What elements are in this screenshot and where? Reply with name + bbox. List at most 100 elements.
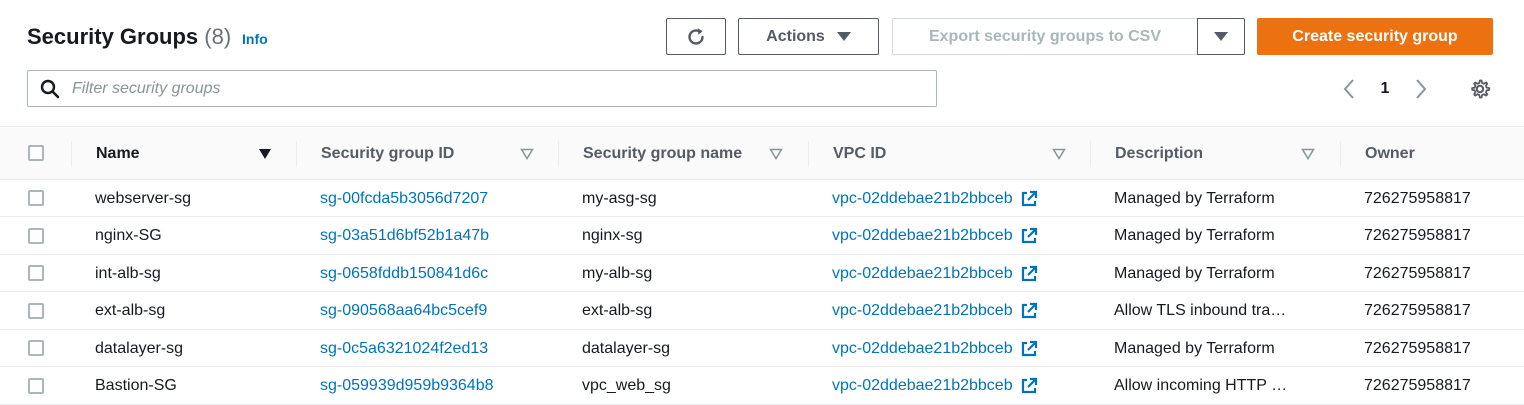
- column-header-security-group-name[interactable]: Security group name: [583, 127, 742, 180]
- row-select-checkbox[interactable]: [28, 377, 44, 394]
- cell-security-group-id-link[interactable]: sg-090568aa64bc5cef9: [320, 293, 550, 330]
- cell-security-group-id-link[interactable]: sg-03a51d6bf52b1a47b: [320, 218, 550, 255]
- search-input[interactable]: [70, 72, 936, 105]
- cell-security-group-id-link[interactable]: sg-0658fddb150841d6c: [320, 255, 550, 292]
- column-header-vpc-id[interactable]: VPC ID: [833, 127, 886, 180]
- row-select-checkbox[interactable]: [28, 227, 44, 244]
- cell-vpc-id-link[interactable]: vpc-02ddebae21b2bbceb: [832, 330, 1082, 367]
- next-page-button[interactable]: [1410, 76, 1432, 102]
- external-link-icon: [1021, 377, 1037, 394]
- export-csv-button[interactable]: Export security groups to CSV: [892, 18, 1197, 55]
- cell-text[interactable]: sg-059939d959b9364b8: [320, 377, 494, 395]
- column-divider: [1340, 141, 1341, 167]
- create-security-group-button[interactable]: Create security group: [1257, 18, 1493, 55]
- cell-text[interactable]: vpc-02ddebae21b2bbceb: [832, 265, 1013, 283]
- table-row[interactable]: datalayer-sg sg-0c5a6321024f2ed13 datalaye…: [0, 330, 1524, 367]
- table-row[interactable]: nginx-SG sg-03a51d6bf52b1a47b nginx-sg vpc-…: [0, 218, 1524, 255]
- cell-description: Allow TLS inbound tra…: [1114, 293, 1334, 330]
- sort-triangle-icon[interactable]: [769, 148, 783, 160]
- cell-text[interactable]: sg-0c5a6321024f2ed13: [320, 340, 488, 358]
- cell-text: 726275958817: [1364, 377, 1471, 394]
- cell-text: vpc_web_sg: [582, 377, 671, 394]
- cell-vpc-id-link[interactable]: vpc-02ddebae21b2bbceb: [832, 293, 1082, 330]
- actions-button[interactable]: Actions: [738, 18, 879, 55]
- sort-triangle-icon[interactable]: [1301, 148, 1315, 160]
- column-header-name[interactable]: Name: [96, 127, 140, 180]
- cell-text: 726275958817: [1364, 264, 1471, 282]
- cell-text[interactable]: vpc-02ddebae21b2bbceb: [832, 340, 1013, 358]
- cell-text[interactable]: sg-090568aa64bc5cef9: [320, 302, 487, 320]
- cell-name: Bastion-SG: [95, 368, 285, 405]
- column-header-label: Description: [1115, 144, 1204, 162]
- column-header-security-group-id[interactable]: Security group ID: [321, 127, 454, 180]
- sort-triangle-icon[interactable]: [520, 148, 534, 160]
- cell-text[interactable]: vpc-02ddebae21b2bbceb: [832, 227, 1013, 245]
- sort-triangle-icon[interactable]: [1052, 148, 1066, 160]
- cell-owner: 726275958817: [1364, 330, 1514, 367]
- row-select-checkbox[interactable]: [28, 340, 44, 356]
- table-preferences-button[interactable]: [1466, 76, 1494, 102]
- cell-text: 726275958817: [1364, 189, 1471, 207]
- table-row[interactable]: webserver-sg sg-00fcda5b3056d7207 my-asg-s…: [0, 180, 1524, 217]
- column-header-description[interactable]: Description: [1115, 127, 1203, 180]
- cell-security-group-name: datalayer-sg: [582, 330, 802, 367]
- current-page-number[interactable]: 1: [1375, 76, 1395, 102]
- cell-security-group-id-link[interactable]: sg-00fcda5b3056d7207: [320, 180, 550, 217]
- search-box[interactable]: [27, 70, 937, 107]
- search-icon: [40, 79, 60, 98]
- actions-label: Actions: [766, 27, 825, 45]
- cell-owner: 726275958817: [1364, 368, 1514, 405]
- cell-text: nginx-SG: [95, 227, 162, 244]
- info-link[interactable]: Info: [242, 31, 268, 47]
- cell-text: Allow incoming HTTP …: [1114, 377, 1288, 394]
- cell-vpc-id-link[interactable]: vpc-02ddebae21b2bbceb: [832, 180, 1082, 217]
- table-row[interactable]: Bastion-SG sg-059939d959b9364b8 vpc_web_sg…: [0, 368, 1524, 405]
- cell-name: ext-alb-sg: [95, 293, 285, 330]
- table-row[interactable]: int-alb-sg sg-0658fddb150841d6c my-alb-sg v…: [0, 255, 1524, 292]
- select-all-checkbox[interactable]: [28, 145, 44, 161]
- cell-vpc-id-link[interactable]: vpc-02ddebae21b2bbceb: [832, 368, 1082, 405]
- cell-description: Allow incoming HTTP …: [1114, 368, 1334, 405]
- cell-text[interactable]: vpc-02ddebae21b2bbceb: [832, 377, 1013, 395]
- column-divider: [71, 141, 72, 167]
- cell-security-group-name: vpc_web_sg: [582, 368, 802, 405]
- column-header-label: Security group ID: [321, 144, 455, 162]
- previous-page-button[interactable]: [1338, 76, 1360, 102]
- external-link-icon: [1021, 340, 1037, 356]
- row-select-checkbox[interactable]: [28, 265, 44, 281]
- cell-text[interactable]: vpc-02ddebae21b2bbceb: [832, 302, 1013, 320]
- security-group-count: (8): [204, 24, 232, 49]
- table-header: Name Security group ID Security group na…: [0, 126, 1524, 180]
- external-link-icon: [1021, 302, 1037, 319]
- column-divider: [808, 141, 809, 167]
- sort-descending-icon[interactable]: [258, 148, 272, 160]
- external-link-icon: [1021, 265, 1037, 281]
- cell-text[interactable]: sg-03a51d6bf52b1a47b: [320, 227, 489, 245]
- cell-name: nginx-SG: [95, 218, 285, 255]
- cell-text: my-asg-sg: [582, 189, 657, 207]
- cell-text: 726275958817: [1364, 302, 1471, 319]
- page-title: Security Groups (8): [27, 24, 231, 50]
- column-header-owner[interactable]: Owner: [1365, 127, 1415, 180]
- cell-owner: 726275958817: [1364, 218, 1514, 255]
- cell-text[interactable]: sg-00fcda5b3056d7207: [320, 190, 488, 208]
- cell-text[interactable]: sg-0658fddb150841d6c: [320, 265, 488, 283]
- chevron-right-icon: [1416, 79, 1427, 99]
- cell-owner: 726275958817: [1364, 293, 1514, 330]
- table-row[interactable]: ext-alb-sg sg-090568aa64bc5cef9 ext-alb-sg…: [0, 293, 1524, 330]
- cell-vpc-id-link[interactable]: vpc-02ddebae21b2bbceb: [832, 218, 1082, 255]
- cell-security-group-name: my-alb-sg: [582, 255, 802, 292]
- column-divider: [296, 141, 297, 167]
- cell-text[interactable]: vpc-02ddebae21b2bbceb: [832, 190, 1013, 208]
- cell-text: Managed by Terraform: [1114, 264, 1275, 282]
- row-select-checkbox[interactable]: [28, 302, 44, 319]
- refresh-button[interactable]: [666, 18, 726, 55]
- cell-description: Managed by Terraform: [1114, 255, 1334, 292]
- export-options-dropdown[interactable]: [1197, 18, 1245, 55]
- cell-security-group-id-link[interactable]: sg-0c5a6321024f2ed13: [320, 330, 550, 367]
- cell-text: int-alb-sg: [95, 264, 161, 282]
- row-select-checkbox[interactable]: [28, 190, 44, 206]
- cell-security-group-id-link[interactable]: sg-059939d959b9364b8: [320, 368, 550, 405]
- cell-security-group-name: my-asg-sg: [582, 180, 802, 217]
- cell-vpc-id-link[interactable]: vpc-02ddebae21b2bbceb: [832, 255, 1082, 292]
